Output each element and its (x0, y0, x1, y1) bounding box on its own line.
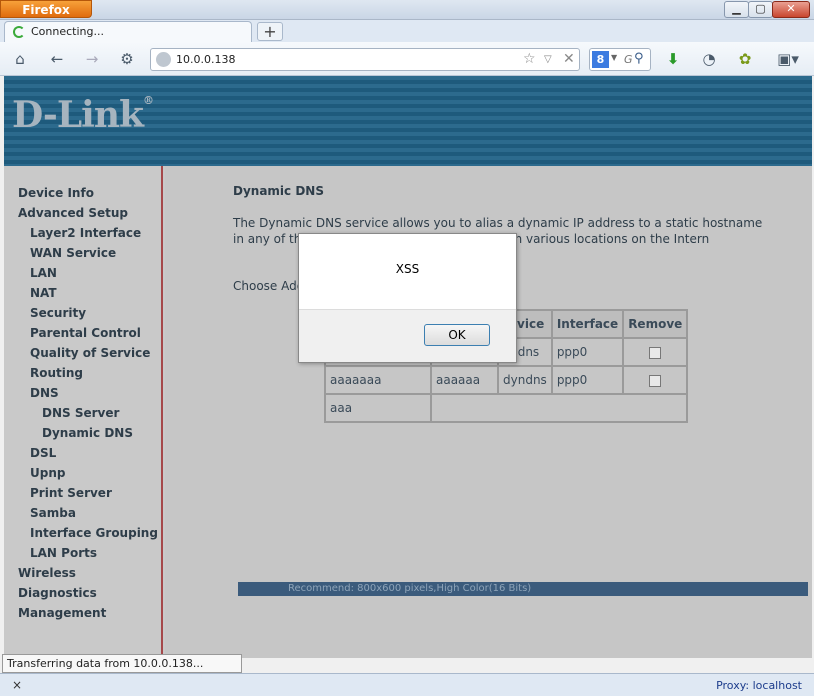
sidebar-item-dns-server[interactable]: DNS Server (42, 406, 119, 420)
firefox-menu-button[interactable]: Firefox (0, 0, 92, 18)
bookmarks-menu-icon[interactable]: ▣▾ (773, 50, 803, 68)
remove-checkbox[interactable] (649, 374, 662, 387)
logo-text: D-Link (12, 94, 144, 136)
stop-icon[interactable]: ✕ (563, 51, 575, 67)
remove-checkbox[interactable] (649, 346, 662, 359)
addon-icon[interactable]: ⚙ (117, 50, 137, 68)
alert-dialog: XSS OK (298, 233, 517, 363)
history-dropdown-icon[interactable]: ▽ (544, 54, 552, 65)
table-row: aaa (324, 393, 689, 423)
maximize-button[interactable]: ▢ (748, 1, 773, 18)
sidebar-item-device-info[interactable]: Device Info (18, 186, 94, 200)
home-icon[interactable]: ⌂ (10, 50, 30, 68)
table-header: Interface (550, 309, 625, 339)
sidebar-item-dynamic-dns[interactable]: Dynamic DNS (42, 426, 133, 440)
forward-arrow-icon[interactable]: → (82, 50, 102, 68)
sidebar-item-samba[interactable]: Samba (30, 506, 76, 520)
alert-footer: OK (299, 309, 516, 362)
bookmark-star-icon[interactable]: ☆ (523, 51, 536, 67)
tab-title: Connecting... (31, 25, 104, 38)
sidebar-item-management[interactable]: Management (18, 606, 106, 620)
sidebar-item-nat[interactable]: NAT (30, 286, 57, 300)
table-cell: aaaaaa (430, 365, 499, 395)
back-arrow-icon[interactable]: ← (47, 50, 67, 68)
magnifier-icon[interactable]: ⚲ (634, 51, 644, 66)
table-cell: aaaaaaa (324, 365, 432, 395)
table-cell: ppp0 (550, 337, 625, 367)
window-titlebar: Firefox ▁ ▢ ✕ (0, 0, 814, 20)
ok-button[interactable]: OK (424, 324, 490, 346)
search-input[interactable]: G (624, 53, 633, 66)
sidebar-item-interface-grouping[interactable]: Interface Grouping (30, 526, 158, 540)
sidebar-item-wireless[interactable]: Wireless (18, 566, 76, 580)
close-window-button[interactable]: ✕ (772, 1, 810, 18)
status-bar: × Proxy: localhost (0, 673, 814, 696)
search-box[interactable]: 8 ▼ G ⚲ (589, 48, 651, 71)
sidebar-item-lan[interactable]: LAN (30, 266, 57, 280)
transfer-status: Transferring data from 10.0.0.138... (2, 654, 242, 673)
page-title: Dynamic DNS (233, 184, 324, 198)
registered-mark: ® (142, 94, 154, 107)
table-cell: ppp0 (550, 365, 625, 395)
sidebar-item-security[interactable]: Security (30, 306, 86, 320)
sidebar-item-advanced-setup[interactable]: Advanced Setup (18, 206, 128, 220)
sidebar-item-routing[interactable]: Routing (30, 366, 83, 380)
table-cell: dyndns (497, 365, 553, 395)
table-header: Remove (622, 309, 689, 339)
table-row: aaaaaaa aaaaaa dyndns ppp0 (324, 365, 689, 395)
globe-icon (156, 52, 171, 67)
choose-text: Choose Add (233, 279, 305, 293)
dlink-banner: D-Link® (4, 76, 812, 166)
puzzle-addon-icon[interactable]: ✿ (735, 50, 755, 68)
sidebar-item-qos[interactable]: Quality of Service (30, 346, 150, 360)
minimize-button[interactable]: ▁ (724, 1, 749, 18)
table-cell: aaa (324, 393, 432, 423)
url-text[interactable]: 10.0.0.138 (176, 53, 235, 66)
table-cell (622, 337, 689, 367)
sidebar-menu: Device Info Advanced Setup Layer2 Interf… (4, 166, 163, 658)
page-content: D-Link® Device Info Advanced Setup Layer… (4, 76, 812, 658)
palette-icon[interactable]: ◔ (699, 50, 719, 68)
loading-spinner-icon (13, 26, 25, 38)
table-cell (429, 393, 689, 423)
engine-dropdown-icon[interactable]: ▼ (611, 53, 617, 62)
tab-current[interactable]: Connecting... (4, 21, 252, 42)
tab-bar: Connecting... + (0, 20, 814, 42)
sidebar-item-parental-control[interactable]: Parental Control (30, 326, 141, 340)
google-engine-icon[interactable]: 8 (592, 51, 609, 68)
sidebar-item-dsl[interactable]: DSL (30, 446, 56, 460)
navigation-bar: ⌂ ← → ⚙ 10.0.0.138 ☆ ▽ ✕ 8 ▼ G ⚲ ⬇ ◔ ✿ ▣… (0, 42, 814, 76)
url-bar[interactable]: 10.0.0.138 ☆ ▽ ✕ (150, 48, 580, 71)
sidebar-item-wan-service[interactable]: WAN Service (30, 246, 116, 260)
sidebar-item-lan-ports[interactable]: LAN Ports (30, 546, 97, 560)
recommend-bar: Recommend: 800x600 pixels,High Color(16 … (238, 582, 808, 596)
sidebar-item-layer2-interface[interactable]: Layer2 Interface (30, 226, 141, 240)
sidebar-item-print-server[interactable]: Print Server (30, 486, 112, 500)
sidebar-item-upnp[interactable]: Upnp (30, 466, 65, 480)
sidebar-item-diagnostics[interactable]: Diagnostics (18, 586, 97, 600)
proxy-indicator[interactable]: Proxy: localhost (716, 679, 802, 692)
close-icon[interactable]: × (12, 678, 22, 692)
dlink-logo: D-Link® (12, 94, 154, 136)
sidebar-item-dns[interactable]: DNS (30, 386, 59, 400)
download-icon[interactable]: ⬇ (663, 50, 683, 68)
table-cell (622, 365, 689, 395)
new-tab-button[interactable]: + (257, 22, 283, 41)
alert-message: XSS (395, 262, 420, 276)
